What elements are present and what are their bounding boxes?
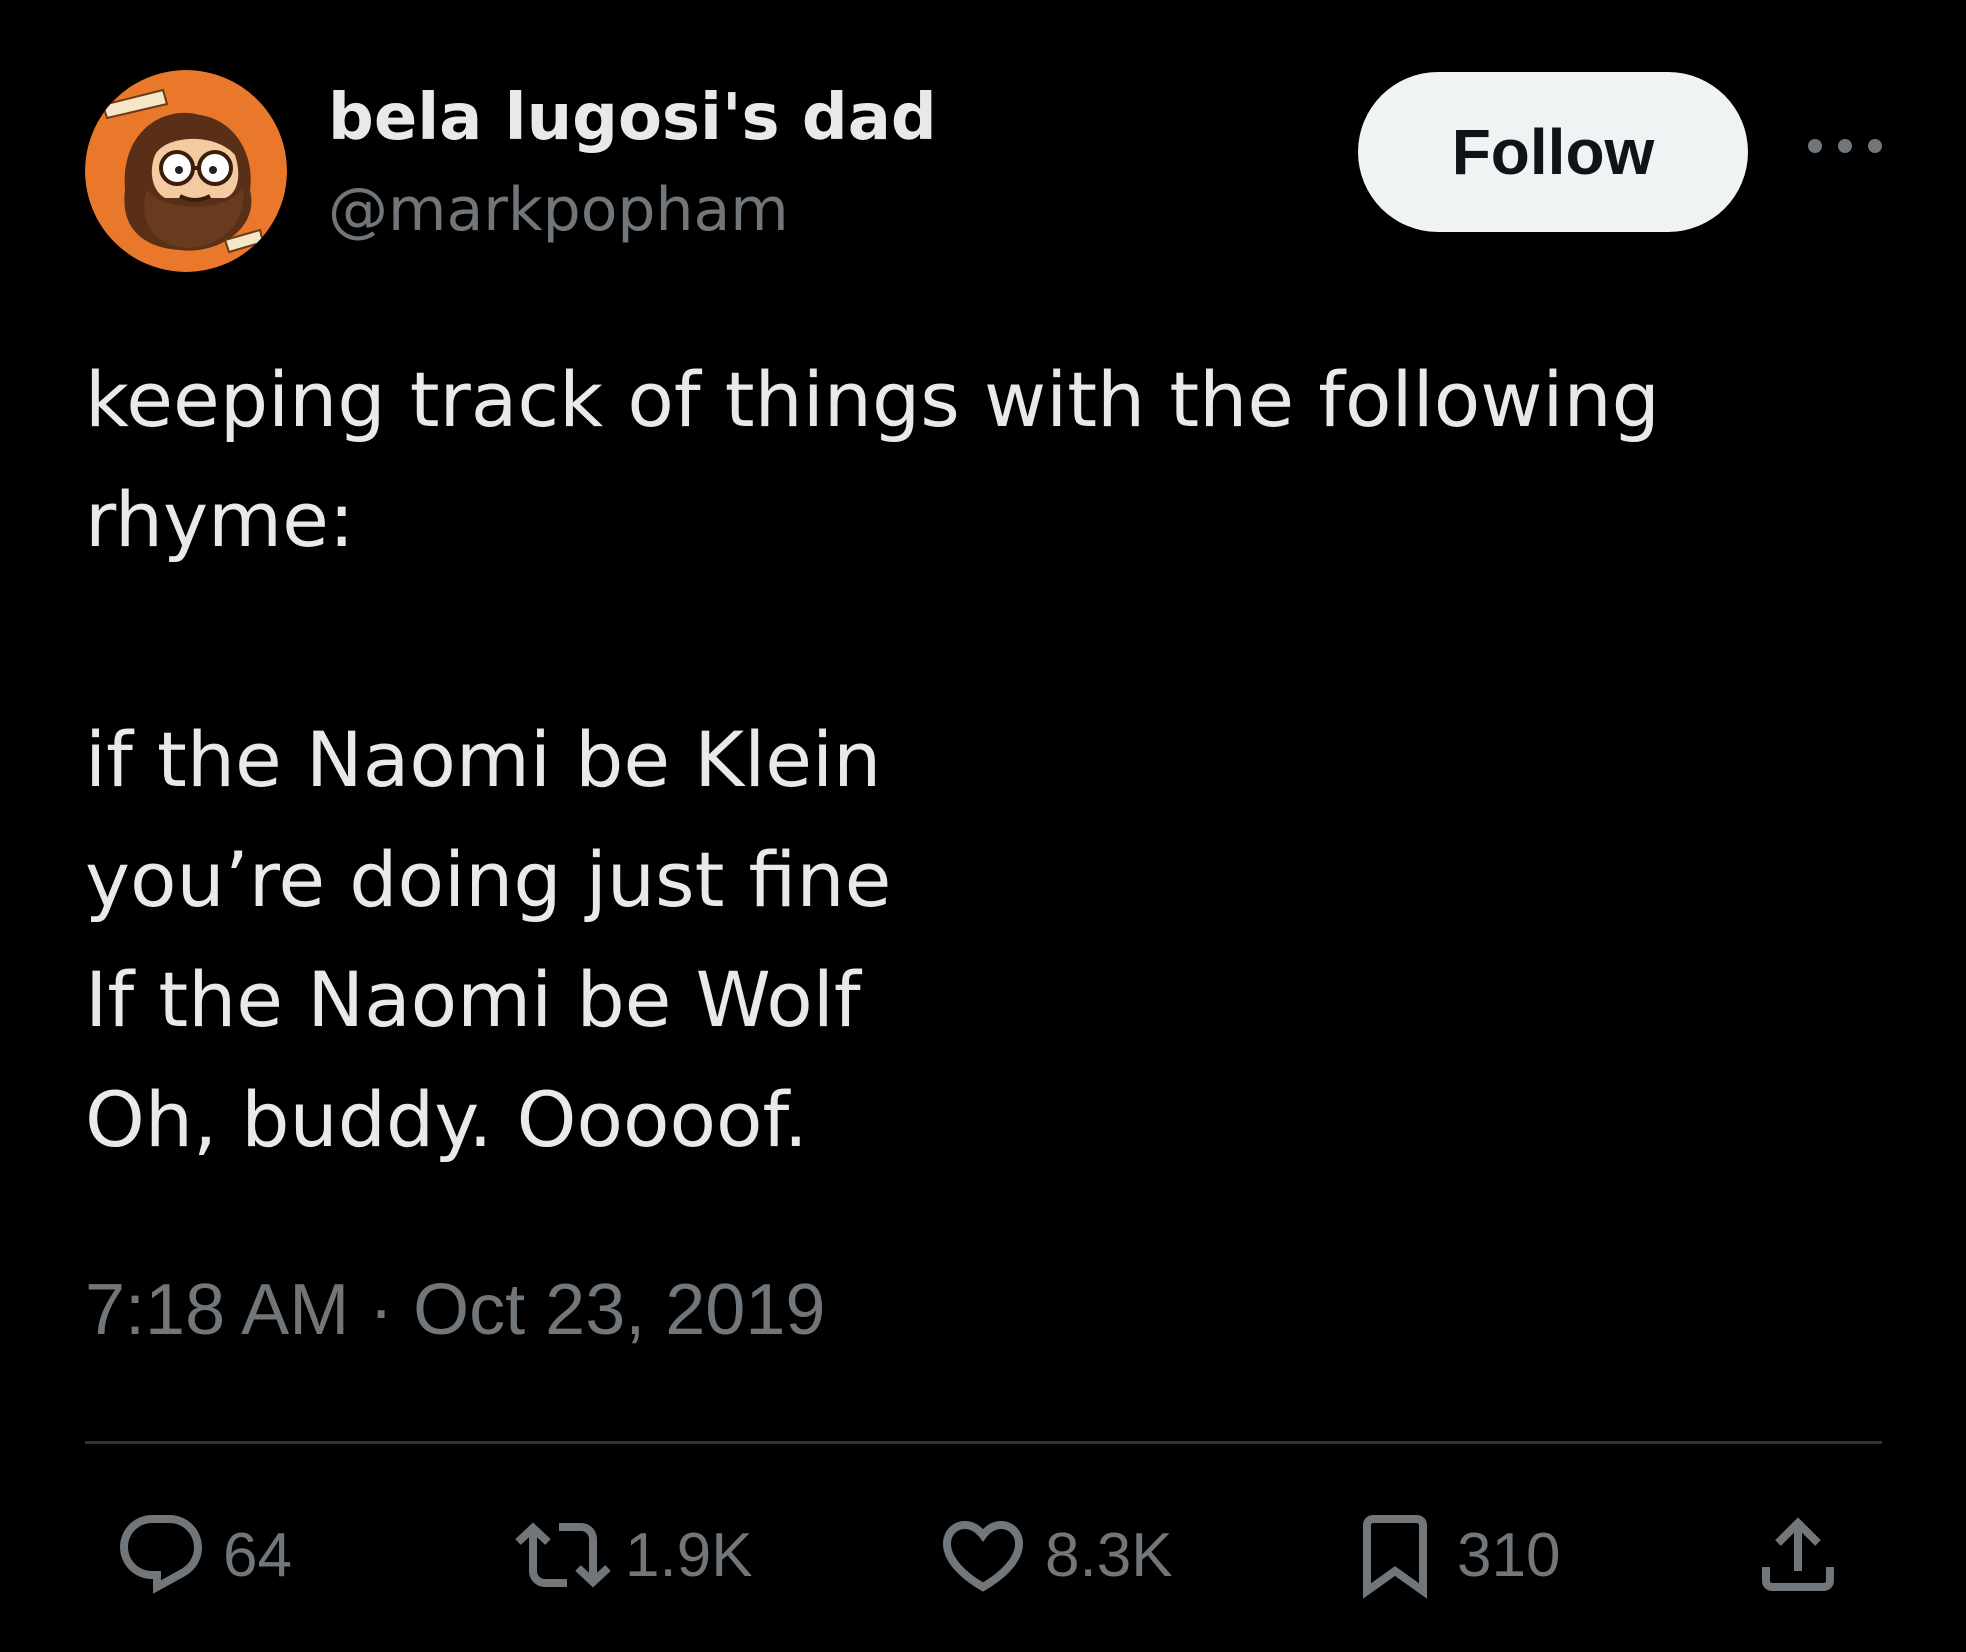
- repost-count: 1.9K: [625, 1520, 753, 1590]
- share-button[interactable]: [1750, 1505, 1846, 1605]
- bookmark-count: 310: [1457, 1520, 1561, 1590]
- author-display-name[interactable]: bela lugosi's dad: [328, 78, 937, 158]
- tweet-text: keeping track of things with the followi…: [85, 355, 1660, 1164]
- reply-button[interactable]: 64: [113, 1505, 292, 1605]
- repost-icon: [515, 1522, 611, 1588]
- divider: [85, 1441, 1882, 1444]
- author-names: bela lugosi's dad @markpopham: [328, 78, 937, 250]
- author-handle[interactable]: @markpopham: [328, 170, 937, 250]
- bookmark-button[interactable]: 310: [1347, 1505, 1560, 1605]
- action-bar: 64 1.9K 8.3K 310: [85, 1505, 1885, 1605]
- avatar[interactable]: [85, 70, 287, 272]
- tweet-timestamp[interactable]: 7:18 AM · Oct 23, 2019: [85, 1255, 825, 1365]
- reply-icon: [120, 1515, 203, 1594]
- more-options-button[interactable]: [1790, 126, 1900, 166]
- bookmark-icon: [1363, 1515, 1427, 1599]
- follow-button[interactable]: Follow: [1358, 72, 1748, 232]
- like-icon: [942, 1521, 1024, 1592]
- more-horizontal-icon: [1808, 139, 1882, 153]
- tweet-header: bela lugosi's dad @markpopham Follow: [85, 70, 1885, 275]
- avatar-image: [85, 70, 287, 272]
- like-button[interactable]: 8.3K: [935, 1505, 1173, 1605]
- share-icon: [1762, 1517, 1834, 1591]
- reply-count: 64: [223, 1520, 292, 1590]
- like-count: 8.3K: [1045, 1520, 1173, 1590]
- tweet-card: bela lugosi's dad @markpopham Follow kee…: [0, 0, 1966, 1652]
- repost-button[interactable]: 1.9K: [515, 1505, 753, 1605]
